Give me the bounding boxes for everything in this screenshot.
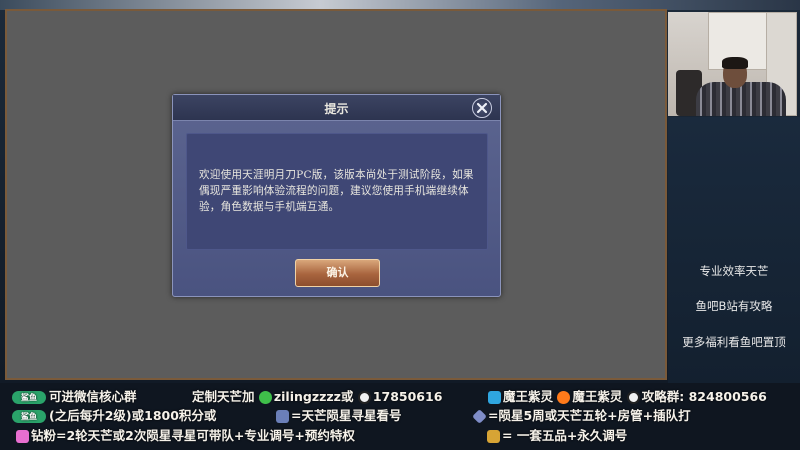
streamer-hair <box>722 57 748 69</box>
qq-icon <box>357 391 371 404</box>
row3-text-b: = 一套五品+永久调号 <box>502 428 628 443</box>
row1-text-a: 可进微信核心群 <box>49 389 137 404</box>
info-row-2-right: =陨星5周或天芒五轮+房管+插队打 <box>472 405 691 424</box>
info-line-benefits: 更多福利看鱼吧置顶 <box>682 335 786 349</box>
close-icon <box>476 102 488 114</box>
row3-text-a: 钻粉=2轮天芒或2次陨星寻星可带队+专业调号+预约特权 <box>31 428 355 443</box>
info-row-3-right: = 一套五品+永久调号 <box>487 425 627 444</box>
info-line-guide: 鱼吧B站有攻略 <box>695 299 773 313</box>
close-button[interactable] <box>472 98 492 118</box>
wechat-icon <box>258 391 272 404</box>
qq-icon <box>626 391 640 404</box>
row2-text-a: (之后每升2级)或1800积分或 <box>49 408 217 423</box>
diamond-icon <box>16 430 29 443</box>
info-row-1-contact: 定制天芒加 zilingzzzz或 17850616 <box>192 386 442 405</box>
gem-icon <box>472 409 487 424</box>
dialog-title: 提示 <box>324 102 349 116</box>
fan-badge: 鲨鱼 <box>12 391 46 404</box>
confirm-button[interactable]: 确认 <box>295 259 380 287</box>
info-row-2: 鲨鱼 (之后每升2级)或1800积分或 <box>12 405 216 424</box>
info-row-1: 鲨鱼 可进微信核心群 <box>12 386 137 405</box>
info-row-3: 钻粉=2轮天芒或2次陨星寻星可带队+专业调号+预约特权 <box>16 425 355 444</box>
dialog-message-box: 欢迎使用天涯明月刀PC版，该版本尚处于测试阶段，如果偶现严重影响体验流程的问题，… <box>186 133 488 250</box>
douyu-icon <box>557 391 571 404</box>
stream-overlay: 提示 欢迎使用天涯明月刀PC版，该版本尚处于测试阶段，如果偶现严重影响体验流程的… <box>0 0 800 450</box>
game-icon <box>276 410 289 423</box>
info-line-efficiency: 专业效率天芒 <box>699 264 769 278</box>
webcam-feed <box>668 12 797 116</box>
qq-number: 17850616 <box>372 389 443 404</box>
notice-dialog: 提示 欢迎使用天涯明月刀PC版，该版本尚处于测试阶段，如果偶现严重影响体验流程的… <box>172 94 501 297</box>
bilibili-name: 魔王紫灵 <box>503 389 554 404</box>
row1-text-b: 定制天芒加 <box>192 389 255 404</box>
streamer-body <box>696 82 786 116</box>
dialog-message: 欢迎使用天涯明月刀PC版，该版本尚处于测试阶段，如果偶现严重影响体验流程的问题，… <box>199 169 474 213</box>
gift-icon <box>487 430 500 443</box>
row2-text-c: =陨星5周或天芒五轮+房管+插队打 <box>488 408 691 423</box>
row2-text-b: =天芒陨星寻星看号 <box>291 408 402 423</box>
wechat-id: zilingzzzz或 <box>273 389 354 404</box>
bilibili-icon <box>488 391 501 404</box>
info-panel: 专业效率天芒 鱼吧B站有攻略 更多福利看鱼吧置顶 <box>668 117 800 385</box>
fan-badge: 鲨鱼 <box>12 410 46 423</box>
stream-info-bar: 鲨鱼 可进微信核心群 定制天芒加 zilingzzzz或 17850616 魔王紫… <box>0 383 800 450</box>
info-row-2-mid: =天芒陨星寻星看号 <box>276 405 401 424</box>
info-row-1-social: 魔王紫灵 魔王紫灵 攻略群: 824800566 <box>488 386 767 405</box>
group-label: 攻略群: 824800566 <box>641 389 767 404</box>
dialog-header: 提示 <box>173 95 500 121</box>
douyu-name: 魔王紫灵 <box>572 389 623 404</box>
